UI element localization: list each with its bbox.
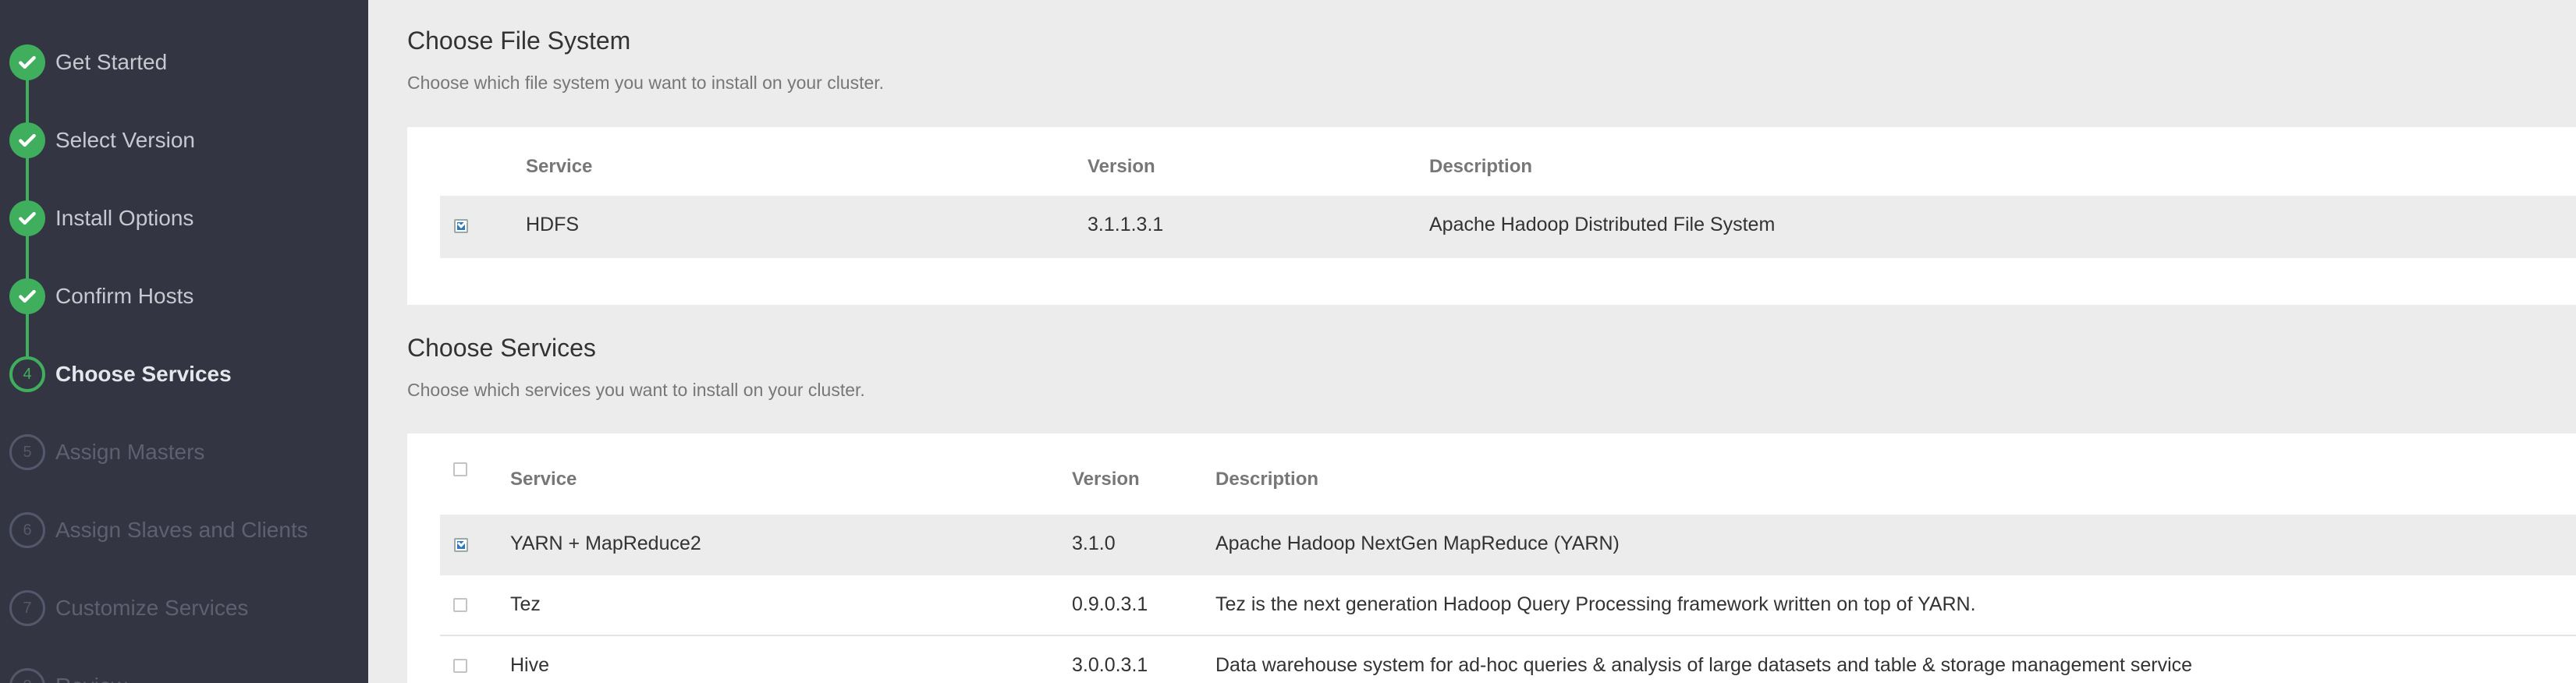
- main-content: Choose File System Choose which file sys…: [368, 0, 2576, 683]
- step-label: Customize Services: [55, 596, 249, 620]
- table-row[interactable]: Tez 0.9.0.3.1 Tez is the next generation…: [440, 575, 2576, 636]
- step-install-options[interactable]: Install Options: [0, 195, 368, 242]
- table-row[interactable]: Hive 3.0.0.3.1 Data warehouse system for…: [440, 636, 2576, 683]
- step-get-started[interactable]: Get Started: [0, 39, 368, 86]
- check-icon: [9, 200, 45, 236]
- step-select-version[interactable]: Select Version: [0, 117, 368, 164]
- service-description: Apache Hadoop NextGen MapReduce (YARN): [1215, 533, 1620, 554]
- step-label: Assign Slaves and Clients: [55, 518, 308, 542]
- step-assign-masters: 5 Assign Masters: [0, 429, 368, 476]
- service-checkbox[interactable]: [453, 659, 467, 673]
- column-version: Version: [1072, 469, 1140, 490]
- step-number: 8: [9, 668, 45, 683]
- table-header: Service Version Description: [440, 156, 2576, 187]
- step-number: 6: [9, 512, 45, 548]
- step-label: Install Options: [55, 206, 194, 230]
- file-system-title: Choose File System: [407, 27, 631, 55]
- step-label: Review: [55, 674, 127, 683]
- column-service: Service: [526, 156, 593, 177]
- service-name: Tez: [510, 593, 541, 615]
- step-label: Choose Services: [55, 362, 232, 386]
- service-checkbox[interactable]: [453, 598, 467, 612]
- step-label: Assign Masters: [55, 440, 205, 464]
- service-checkbox[interactable]: [454, 538, 468, 552]
- service-name: Hive: [510, 654, 550, 676]
- step-number: 4: [9, 356, 45, 392]
- table-row[interactable]: YARN + MapReduce2 3.1.0 Apache Hadoop Ne…: [440, 515, 2576, 575]
- file-system-panel: Service Version Description HDFS 3.1.1.3…: [407, 127, 2576, 305]
- service-version: 3.1.1.3.1: [1088, 214, 1164, 235]
- file-system-subtitle: Choose which file system you want to ins…: [407, 73, 885, 93]
- table-header: Service Version Description: [440, 462, 2576, 494]
- step-number: 7: [9, 590, 45, 626]
- service-version: 3.1.0: [1072, 533, 1116, 554]
- step-confirm-hosts[interactable]: Confirm Hosts: [0, 273, 368, 320]
- service-description: Tez is the next generation Hadoop Query …: [1215, 593, 1976, 615]
- column-service: Service: [510, 469, 577, 490]
- services-title: Choose Services: [407, 334, 596, 362]
- service-checkbox[interactable]: [454, 219, 468, 233]
- column-description: Description: [1215, 469, 1319, 490]
- service-version: 0.9.0.3.1: [1072, 593, 1148, 615]
- step-label: Confirm Hosts: [55, 284, 194, 308]
- select-all-checkbox[interactable]: [453, 462, 467, 476]
- check-icon: [9, 278, 45, 314]
- check-icon: [9, 44, 45, 80]
- service-description: Apache Hadoop Distributed File System: [1429, 214, 1776, 235]
- service-name: HDFS: [526, 214, 580, 235]
- step-label: Get Started: [55, 50, 168, 74]
- step-assign-slaves-clients: 6 Assign Slaves and Clients: [0, 507, 368, 554]
- wizard-sidebar: Get Started Select Version Install Optio…: [0, 0, 368, 683]
- service-description: Data warehouse system for ad-hoc queries…: [1215, 654, 2193, 676]
- column-description: Description: [1429, 156, 1533, 177]
- services-panel: Service Version Description YARN + MapRe…: [407, 434, 2576, 683]
- step-choose-services: 4 Choose Services: [0, 351, 368, 398]
- step-number: 5: [9, 434, 45, 470]
- step-label: Select Version: [55, 128, 195, 152]
- step-customize-services: 7 Customize Services: [0, 585, 368, 632]
- table-row[interactable]: HDFS 3.1.1.3.1 Apache Hadoop Distributed…: [440, 196, 2576, 258]
- check-icon: [9, 122, 45, 158]
- service-name: YARN + MapReduce2: [510, 533, 701, 554]
- step-review: 8 Review: [0, 663, 368, 683]
- column-version: Version: [1088, 156, 1155, 177]
- services-subtitle: Choose which services you want to instal…: [407, 380, 865, 400]
- service-version: 3.0.0.3.1: [1072, 654, 1148, 676]
